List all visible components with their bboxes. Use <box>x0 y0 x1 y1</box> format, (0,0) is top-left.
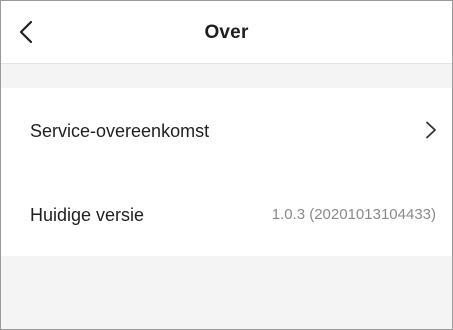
current-version-row: Huidige versie 1.0.3 (20201013104433) <box>1 172 452 256</box>
service-agreement-label: Service-overeenkomst <box>30 121 210 141</box>
current-version-value: 1.0.3 (20201013104433) <box>271 206 436 223</box>
page-title: Over <box>204 22 249 43</box>
service-agreement-row[interactable]: Service-overeenkomst <box>1 88 452 172</box>
screen: Over Service-overeenkomst Huidige versie… <box>0 0 453 330</box>
settings-list: Service-overeenkomst Huidige versie 1.0.… <box>1 88 452 256</box>
chevron-right-icon <box>426 121 436 139</box>
top-navigation-bar: Over <box>1 1 452 64</box>
current-version-label: Huidige versie <box>30 205 145 225</box>
